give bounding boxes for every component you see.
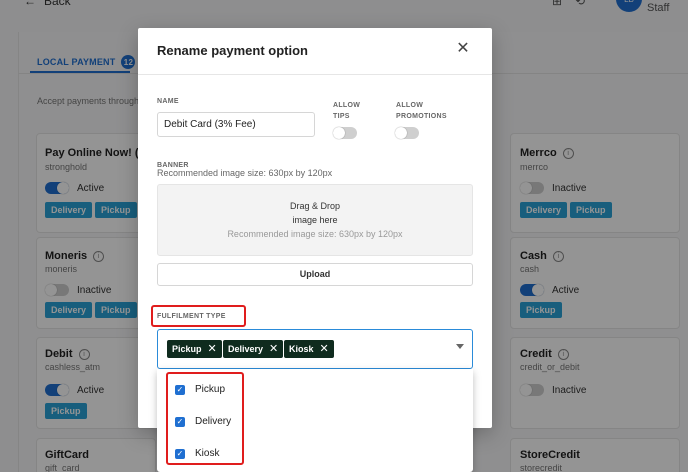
chevron-down-icon[interactable] [456, 344, 464, 349]
upload-button[interactable]: Upload [157, 263, 473, 286]
allow-promotions-label: ALLOW PROMOTIONS [396, 102, 447, 120]
allow-tips-label: ALLOW TIPS [333, 102, 361, 120]
allow-tips-toggle[interactable] [333, 127, 357, 139]
name-label: NAME [157, 98, 179, 105]
remove-icon[interactable]: ✕ [320, 343, 329, 355]
image-dropzone[interactable]: Drag & Drop image here Recommended image… [157, 184, 473, 256]
fulfilment-label: FULFILMENT TYPE [157, 313, 226, 320]
tag-delivery: Delivery ✕ [223, 340, 284, 358]
highlight-box [166, 372, 244, 465]
fulfilment-select[interactable]: Pickup ✕ Delivery ✕ Kiosk ✕ [157, 329, 473, 369]
banner-hint: Recommended image size: 630px by 120px [157, 168, 333, 178]
allow-promotions-toggle[interactable] [395, 127, 419, 139]
tag-pickup: Pickup ✕ [167, 340, 222, 358]
remove-icon[interactable]: ✕ [208, 343, 217, 355]
remove-icon[interactable]: ✕ [269, 343, 278, 355]
divider [138, 74, 492, 75]
name-input[interactable]: Debit Card (3% Fee) [157, 112, 315, 137]
tag-kiosk: Kiosk ✕ [284, 340, 334, 358]
modal-title: Rename payment option [157, 43, 308, 58]
close-icon[interactable]: ✕ [456, 41, 470, 57]
